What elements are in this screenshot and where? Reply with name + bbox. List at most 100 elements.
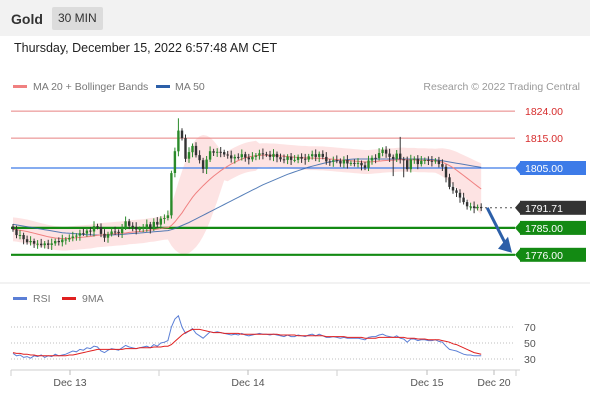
ma20-legend-swatch	[13, 85, 27, 88]
candle-body	[289, 156, 293, 160]
ma20-legend-label: MA 20 + Bollinger Bands	[33, 81, 148, 93]
rsi-legend-swatch	[13, 297, 27, 300]
candle-body	[353, 162, 356, 164]
candle-body	[293, 159, 296, 161]
candle-body	[135, 227, 138, 230]
candle-body	[339, 160, 342, 164]
candle-body	[444, 166, 448, 178]
rsi-ma-line	[12, 328, 482, 357]
candle-body	[29, 241, 32, 243]
candle-body	[346, 159, 349, 164]
credit-text: Research © 2022 Trading Central	[423, 81, 580, 93]
candle-body	[85, 230, 89, 234]
candle-body	[43, 243, 46, 246]
candle-body	[106, 234, 110, 238]
x-tick-label: Dec 15	[410, 377, 443, 389]
candle-body	[423, 159, 426, 161]
candle-body	[212, 151, 215, 153]
candle-body	[416, 158, 419, 165]
bollinger-band	[13, 135, 482, 255]
forecast-arrow	[485, 207, 512, 253]
candle-body	[205, 159, 208, 169]
candle-body	[420, 160, 423, 165]
candle-body	[131, 225, 134, 227]
price-level-labels: 1824.00 1815.00 1805.00 1791.71 1785.00 1776.…	[515, 106, 586, 262]
candle-body	[25, 239, 29, 243]
candle-body	[191, 145, 194, 153]
candle-body	[282, 159, 286, 161]
candle-body	[462, 197, 465, 203]
candle-body	[240, 154, 243, 158]
rsi-panel: 70 50 30	[11, 314, 536, 366]
candle-body	[472, 206, 476, 209]
ma50-legend-label: MA 50	[175, 81, 205, 93]
candle-body	[233, 156, 236, 159]
candle-body	[230, 155, 233, 159]
candle-body	[11, 226, 15, 230]
candle-body	[332, 160, 335, 162]
level-label-1791.71: 1791.71	[525, 203, 563, 215]
candle-body	[360, 162, 363, 166]
candle-body	[78, 233, 82, 236]
forecast-arrow-head	[498, 236, 512, 253]
candle-body	[247, 157, 250, 160]
candle-body	[476, 206, 479, 209]
candle-body	[40, 243, 43, 246]
candle-body	[430, 160, 434, 162]
candle-body	[142, 227, 145, 229]
candle-body	[244, 154, 247, 158]
x-tick-label: Dec 20	[477, 377, 510, 389]
candle-body	[458, 192, 462, 198]
candle-body	[50, 243, 53, 245]
candle-body	[216, 151, 219, 153]
candle-body	[409, 159, 412, 170]
candle-body	[384, 149, 388, 154]
candle-body	[226, 154, 229, 156]
candle-body	[156, 221, 159, 225]
candle-body	[469, 206, 472, 208]
candle-body	[128, 221, 131, 226]
candle-body	[22, 235, 25, 240]
candle-body	[15, 229, 18, 236]
candle-body	[149, 224, 152, 229]
candle-body	[325, 156, 328, 162]
candle-body	[219, 151, 222, 153]
candle-body	[434, 160, 437, 162]
candle-body	[159, 218, 162, 225]
candle-body	[54, 241, 57, 244]
candle-body	[321, 153, 324, 157]
rsi-ma-legend-swatch	[62, 297, 76, 300]
candle-body	[374, 157, 377, 159]
candle-body	[304, 158, 307, 160]
candle-body	[64, 239, 67, 241]
candle-body	[184, 138, 187, 159]
candle-body	[99, 227, 103, 234]
level-label-1805.00: 1805.00	[525, 163, 563, 175]
rsi-legend-label: RSI	[33, 293, 51, 305]
candle-body	[208, 151, 212, 160]
candle-body	[173, 151, 177, 173]
candle-body	[451, 186, 455, 191]
candle-body	[399, 153, 402, 160]
candle-body	[275, 153, 279, 158]
candle-body	[223, 152, 226, 155]
x-axis: Dec 13 Dec 14 Dec 15 Dec 20	[10, 370, 517, 389]
candle-body	[349, 162, 353, 164]
candle-body	[177, 130, 180, 152]
candle-body	[258, 153, 261, 156]
candle-body	[18, 235, 22, 236]
candle-body	[75, 235, 78, 237]
rsi-ma-legend-label: 9MA	[82, 293, 104, 305]
rsi-line	[12, 314, 482, 359]
candle-body	[163, 218, 166, 219]
candle-body	[96, 226, 99, 228]
candle-body	[265, 154, 268, 156]
candle-body	[406, 160, 409, 170]
candle-body	[377, 153, 381, 159]
candle-body	[261, 153, 265, 155]
candle-body	[180, 130, 184, 139]
rsi-tick-50: 50	[524, 338, 536, 350]
candle-body	[465, 202, 469, 207]
candle-body	[89, 230, 92, 232]
candle-body	[427, 159, 430, 161]
